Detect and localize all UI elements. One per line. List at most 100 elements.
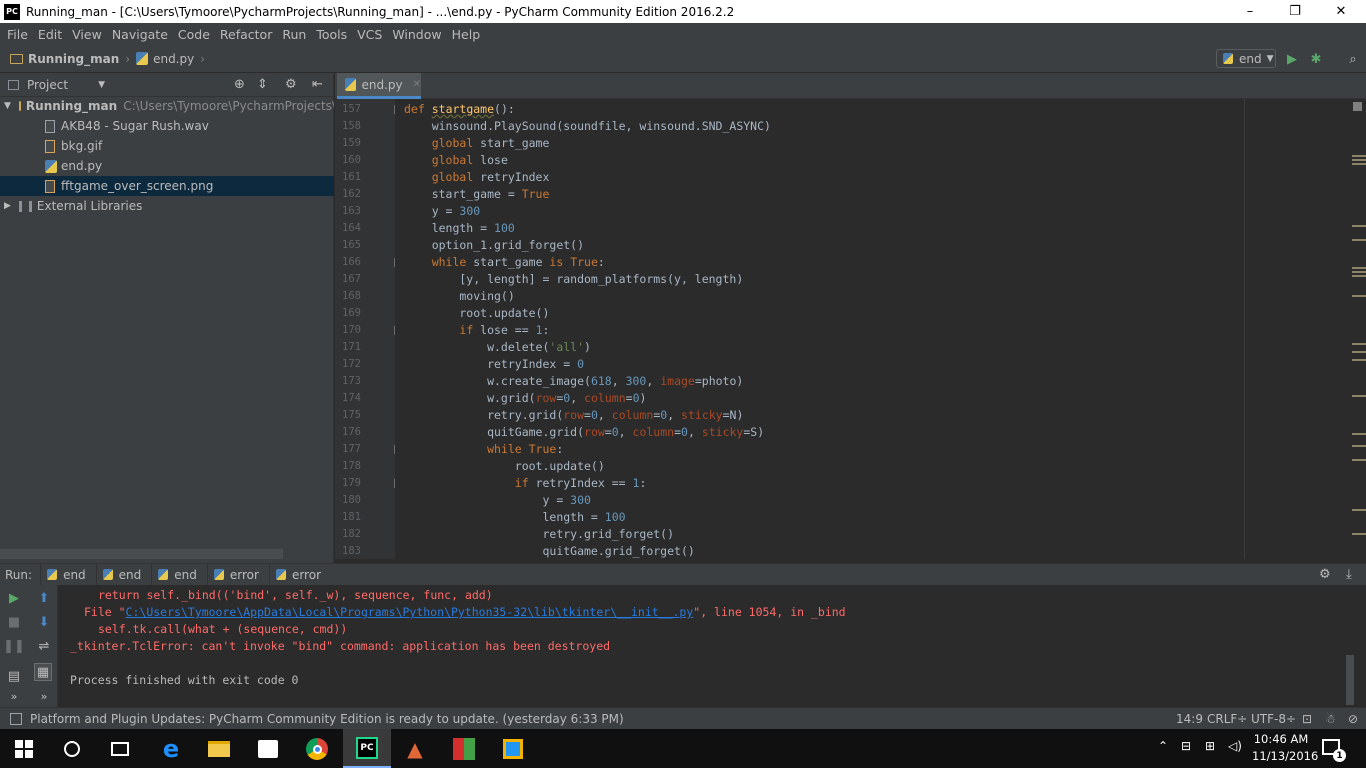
pycharm-taskbar-active[interactable]: PC bbox=[343, 729, 391, 768]
lock-icon[interactable]: ⊡ bbox=[1302, 712, 1312, 726]
tree-root-running-man[interactable]: ▼ Running_man C:\Users\Tymoore\PycharmPr… bbox=[0, 96, 334, 116]
menu-run[interactable]: Run bbox=[277, 27, 311, 42]
minimize-button[interactable]: – bbox=[1227, 0, 1273, 23]
run-tab-end-2[interactable]: end bbox=[95, 563, 152, 586]
line-number: 178 bbox=[342, 460, 361, 472]
hide-panel-icon[interactable]: ⤓ bbox=[1346, 567, 1352, 582]
file-encoding[interactable]: UTF-8÷ bbox=[1251, 712, 1296, 726]
cortana-search-icon[interactable] bbox=[58, 735, 86, 763]
store-icon[interactable] bbox=[254, 735, 282, 763]
gear-icon[interactable]: ⚙ bbox=[1319, 567, 1331, 582]
restore-layout-icon[interactable]: ▤ bbox=[5, 667, 23, 685]
editor-error-stripe[interactable] bbox=[1346, 99, 1366, 559]
windows-start-icon[interactable] bbox=[10, 735, 38, 763]
file-name: fftgame_over_screen.png bbox=[61, 179, 214, 193]
run-tab-error-2[interactable]: error bbox=[268, 563, 331, 586]
scroll-from-source-icon[interactable]: ⊕ bbox=[234, 77, 245, 92]
close-tab-icon[interactable]: ✕ bbox=[413, 79, 421, 90]
run-console-output[interactable]: return self._bind(('bind', self._w), seq… bbox=[58, 585, 1356, 707]
code-line: option_1.grid_forget() bbox=[404, 238, 585, 252]
status-message[interactable]: Platform and Plugin Updates: PyCharm Com… bbox=[30, 712, 624, 726]
inspector-icon[interactable]: ☃ bbox=[1325, 712, 1336, 726]
hide-panel-icon[interactable]: ⇤ bbox=[312, 77, 323, 92]
file-explorer-icon[interactable] bbox=[205, 735, 233, 763]
menu-help[interactable]: Help bbox=[447, 27, 486, 42]
volume-icon[interactable]: ◁) bbox=[1228, 739, 1242, 753]
rerun-icon[interactable]: ▶ bbox=[5, 589, 23, 607]
more-actions-icon[interactable]: » bbox=[5, 687, 23, 705]
run-configuration-select[interactable]: end ▼ bbox=[1216, 49, 1276, 68]
expanded-arrow-icon[interactable]: ▼ bbox=[4, 101, 11, 111]
tree-file-wav[interactable]: AKB48 - Sugar Rush.wav bbox=[0, 116, 334, 136]
run-button[interactable]: ▶ bbox=[1282, 49, 1302, 69]
edge-browser-icon[interactable]: e bbox=[157, 735, 185, 763]
tree-external-libraries[interactable]: ▶ External Libraries bbox=[0, 196, 334, 216]
menu-view[interactable]: View bbox=[67, 27, 107, 42]
collapse-all-icon[interactable]: ⇕ bbox=[257, 77, 268, 92]
network-icon[interactable]: ⊞ bbox=[1205, 739, 1215, 753]
menu-edit[interactable]: Edit bbox=[33, 27, 67, 42]
run-tab-error-1[interactable]: error bbox=[206, 563, 269, 586]
soft-wrap-icon[interactable]: ⇌ bbox=[35, 637, 53, 655]
gear-icon[interactable]: ⚙ bbox=[285, 77, 297, 92]
menu-window[interactable]: Window bbox=[387, 27, 446, 42]
menu-tools[interactable]: Tools bbox=[311, 27, 352, 42]
stripe-mark bbox=[1352, 395, 1366, 397]
status-bar: Platform and Plugin Updates: PyCharm Com… bbox=[0, 707, 1366, 729]
menu-vcs[interactable]: VCS bbox=[352, 27, 387, 42]
line-separator[interactable]: CRLF÷ bbox=[1207, 712, 1247, 726]
matlab-icon[interactable]: ▲ bbox=[401, 735, 429, 763]
toggle-tool-windows-icon[interactable] bbox=[10, 712, 22, 725]
project-view-selector[interactable]: Project bbox=[27, 78, 68, 92]
file-name: bkg.gif bbox=[61, 139, 103, 153]
maximize-button[interactable]: ❐ bbox=[1272, 0, 1318, 23]
stripe-mark bbox=[1352, 155, 1366, 157]
console-text: ", line 1054, in _bind bbox=[693, 605, 846, 619]
app-window-icon[interactable] bbox=[499, 735, 527, 763]
down-arrow-icon[interactable]: ⬇ bbox=[35, 613, 53, 631]
tab-label: end.py bbox=[361, 77, 403, 92]
run-tab-end-3[interactable]: end bbox=[151, 563, 207, 586]
pause-icon[interactable]: ❚❚ bbox=[3, 637, 25, 655]
taskbar-clock[interactable]: 10:46 AM 11/13/2016 bbox=[1252, 731, 1318, 765]
event-log-icon[interactable]: ⊘ bbox=[1348, 712, 1358, 726]
power-icon[interactable]: ⊟ bbox=[1181, 739, 1191, 753]
stop-icon[interactable]: ■ bbox=[5, 613, 23, 631]
window-title: Running_man - [C:\Users\Tymoore\PycharmP… bbox=[26, 4, 735, 19]
caret-position[interactable]: 14:9 bbox=[1176, 712, 1203, 726]
menu-file[interactable]: File bbox=[2, 27, 33, 42]
clock-time: 10:46 AM bbox=[1253, 732, 1309, 746]
code-line: length = 100 bbox=[404, 221, 515, 235]
tree-file-png[interactable]: fftgame_over_screen.png bbox=[0, 176, 334, 196]
tab-end-py[interactable]: end.py ✕ bbox=[337, 73, 421, 99]
console-scrollbar[interactable] bbox=[1346, 655, 1354, 705]
run-tab-end-1[interactable]: end bbox=[40, 563, 96, 586]
close-button[interactable]: ✕ bbox=[1318, 0, 1364, 23]
scroll-to-end-icon[interactable]: ▦ bbox=[34, 663, 52, 681]
menu-code[interactable]: Code bbox=[173, 27, 215, 42]
breadcrumb-file[interactable]: end.py › bbox=[136, 52, 205, 66]
line-number: 157 bbox=[342, 103, 361, 115]
inspection-status-icon[interactable] bbox=[1353, 102, 1362, 111]
code-line: w.grid(row=0, column=0) bbox=[404, 391, 647, 405]
project-horizontal-scrollbar[interactable] bbox=[0, 549, 283, 559]
debug-bug-icon[interactable]: ✱ bbox=[1306, 49, 1326, 69]
line-number: 172 bbox=[342, 358, 361, 370]
console-file-link[interactable]: C:\Users\Tymoore\AppData\Local\Programs\… bbox=[126, 605, 694, 619]
tree-file-bkg[interactable]: bkg.gif bbox=[0, 136, 334, 156]
line-number: 177 bbox=[342, 443, 361, 455]
chevron-up-icon[interactable]: ⌃ bbox=[1158, 739, 1168, 753]
menu-navigate[interactable]: Navigate bbox=[107, 27, 173, 42]
code-editor[interactable]: def startgame(): winsound.PlaySound(soun… bbox=[395, 99, 1245, 559]
breadcrumb-project[interactable]: Running_man › bbox=[10, 52, 130, 66]
menu-refactor[interactable]: Refactor bbox=[215, 27, 277, 42]
task-view-icon[interactable] bbox=[106, 735, 134, 763]
tree-file-endpy[interactable]: end.py bbox=[0, 156, 334, 176]
more-actions-icon[interactable]: » bbox=[35, 687, 53, 705]
search-everywhere-icon[interactable]: ⌕ bbox=[1343, 49, 1363, 69]
up-arrow-icon[interactable]: ⬆ bbox=[35, 589, 53, 607]
collapsed-arrow-icon[interactable]: ▶ bbox=[4, 201, 11, 211]
chevron-down-icon[interactable]: ▼ bbox=[98, 80, 105, 90]
app-grid-icon[interactable] bbox=[450, 735, 478, 763]
chrome-icon[interactable] bbox=[303, 735, 331, 763]
